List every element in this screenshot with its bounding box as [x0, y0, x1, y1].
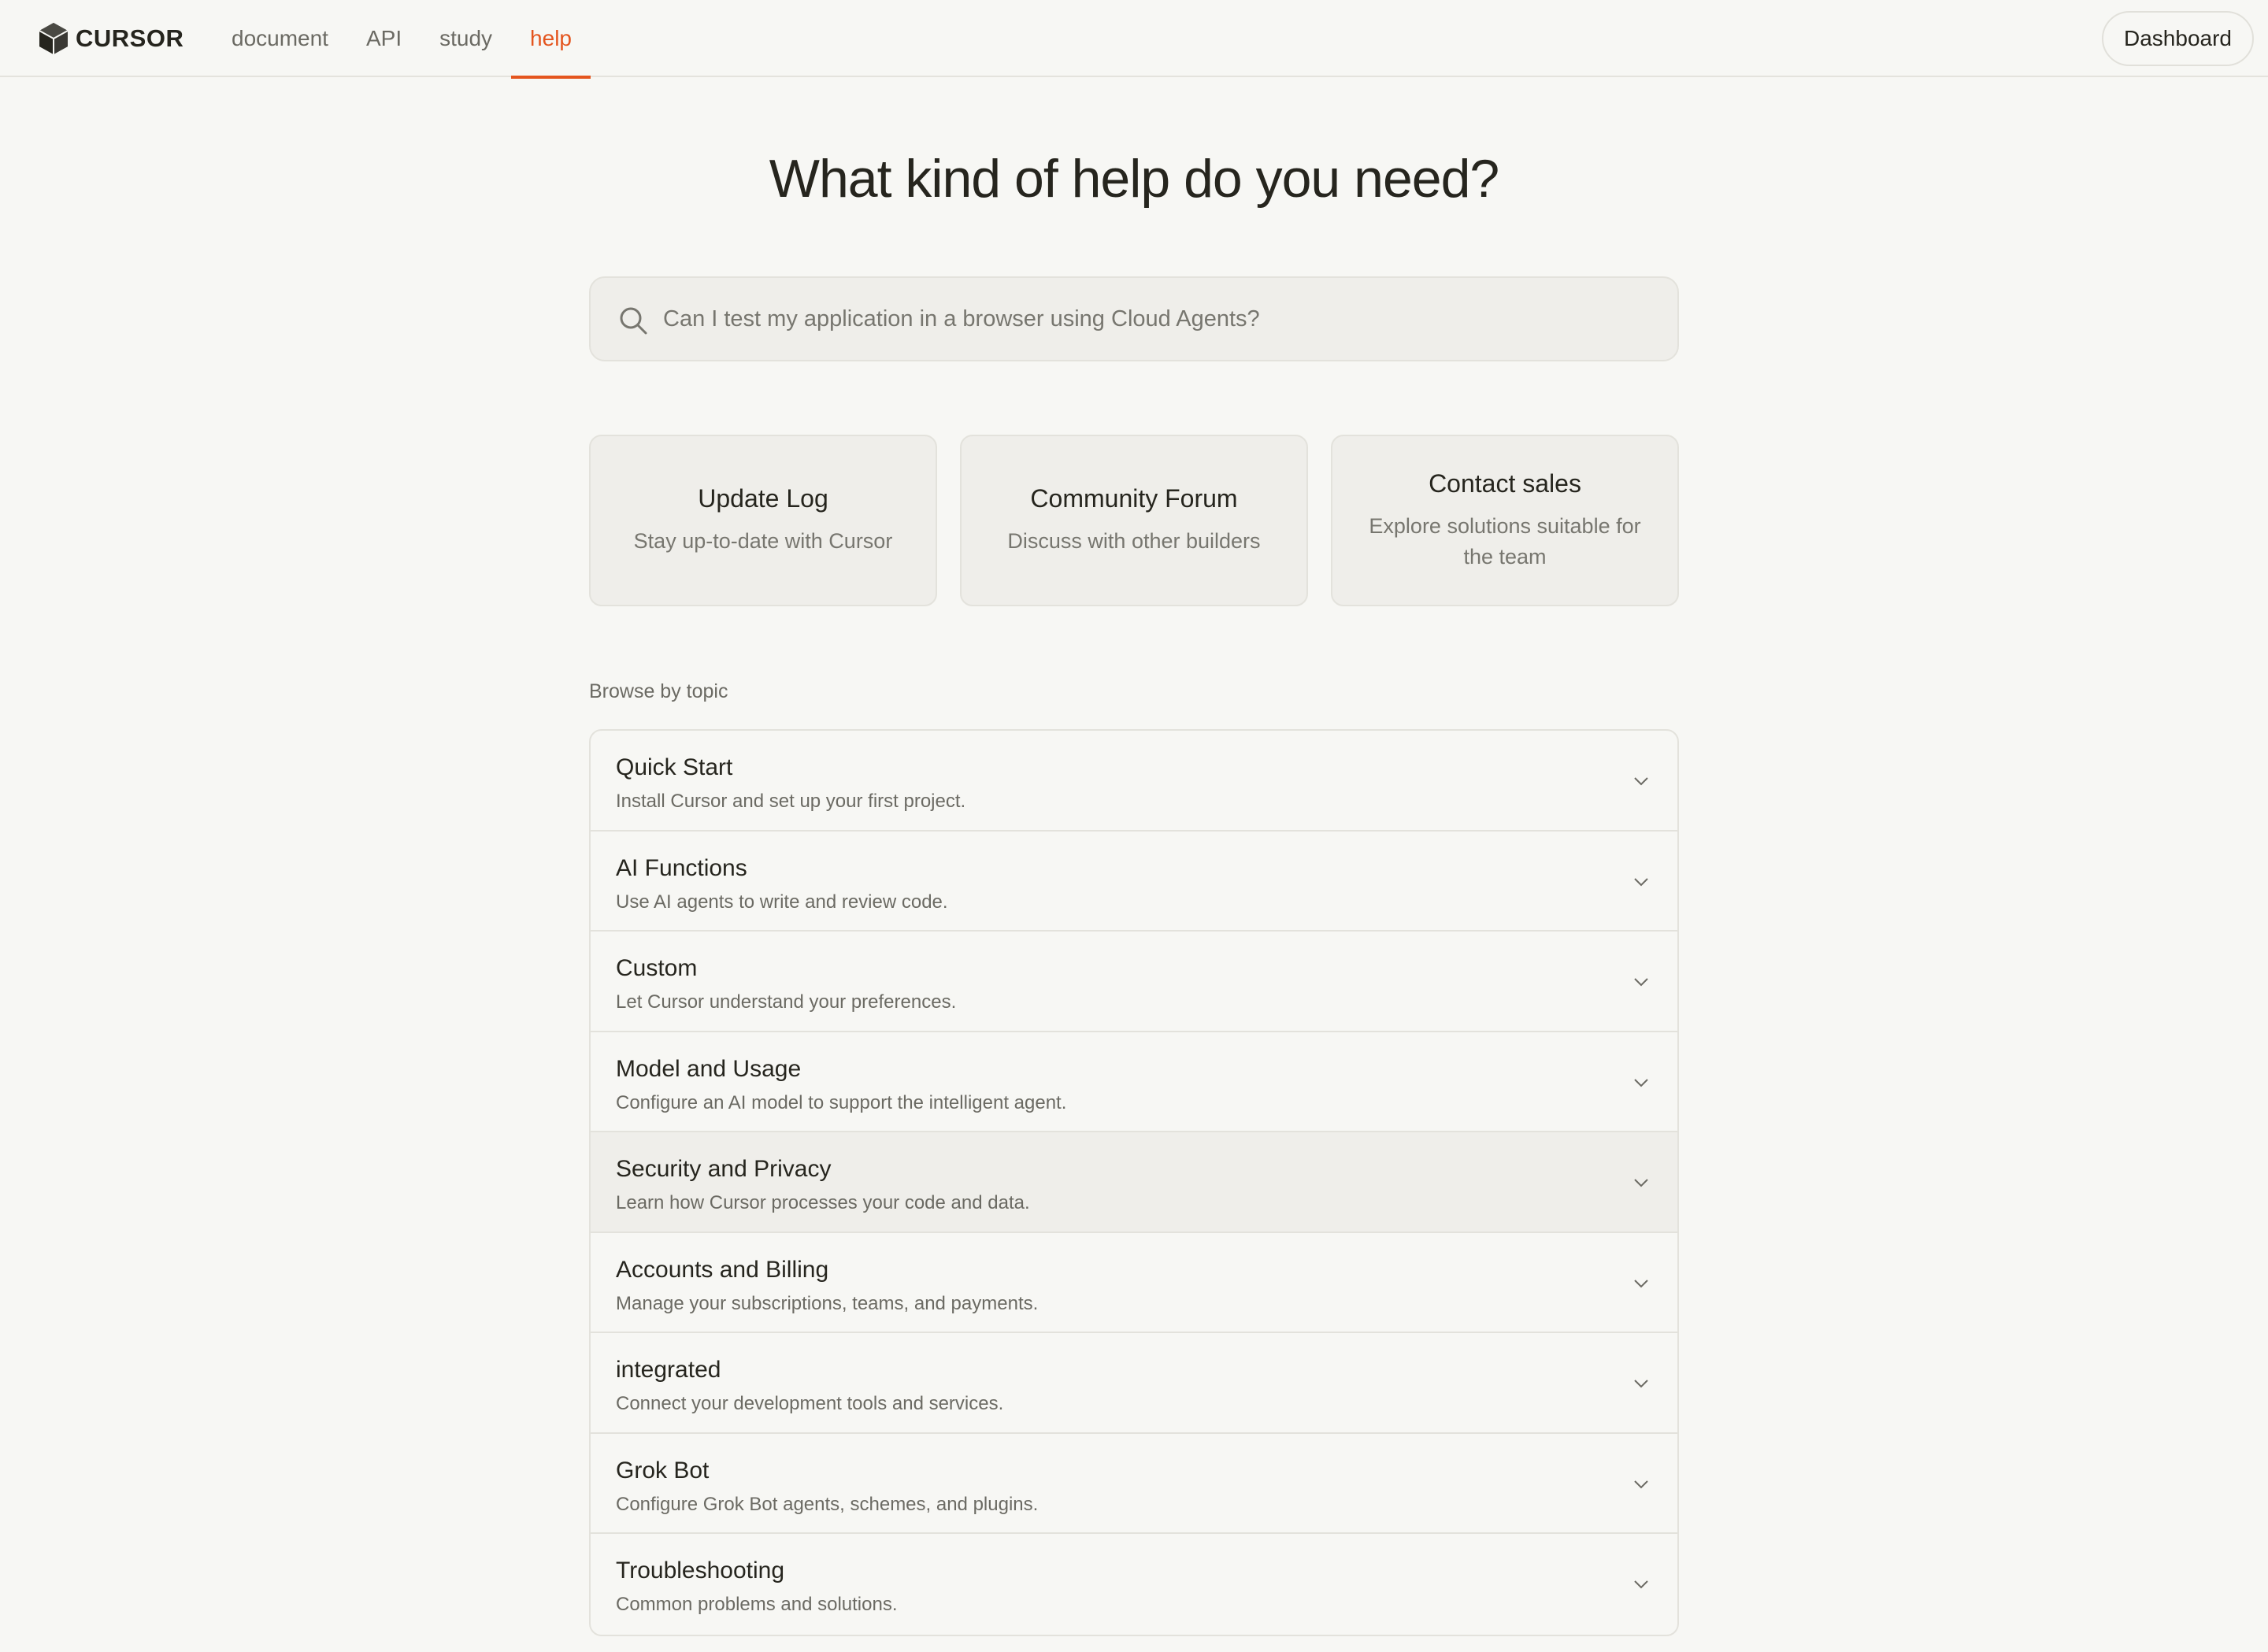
topic-title: integrated: [616, 1357, 721, 1383]
topic-title: Model and Usage: [616, 1055, 802, 1082]
quick-links: Update Log Stay up-to-date with Cursor C…: [589, 435, 1679, 606]
card-description: Discuss with other builders: [1007, 529, 1261, 553]
card-title: Contact sales: [1429, 469, 1581, 498]
topic-title: Accounts and Billing: [616, 1256, 829, 1283]
top-navigation-bar: CURSOR document API study help Dashboard: [0, 0, 2268, 79]
search-icon: [620, 307, 647, 335]
topic-description: Manage your subscriptions, teams, and pa…: [616, 1292, 1039, 1314]
topic-custom[interactable]: Custom Let Cursor understand your prefer…: [591, 932, 1677, 1032]
topic-title: AI Functions: [616, 854, 747, 881]
card-community-forum[interactable]: Community Forum Discuss with other build…: [960, 435, 1308, 606]
chevron-down-icon: [1634, 777, 1648, 786]
topic-description: Use AI agents to write and review code.: [616, 891, 948, 913]
page-title: What kind of help do you need?: [769, 149, 1499, 209]
topic-quick-start[interactable]: Quick Start Install Cursor and set up yo…: [591, 731, 1677, 832]
topic-title: Custom: [616, 955, 698, 981]
topic-description: Configure an AI model to support the int…: [616, 1091, 1067, 1113]
card-title: Update Log: [698, 484, 828, 513]
nav-document[interactable]: document: [213, 0, 347, 77]
topic-model-and-usage[interactable]: Model and Usage Configure an AI model to…: [591, 1032, 1677, 1132]
topic-description: Common problems and solutions.: [616, 1594, 898, 1615]
browse-by-topic-label: Browse by topic: [589, 680, 728, 702]
main-nav: document API study help: [213, 0, 591, 79]
card-contact-sales[interactable]: Contact sales Explore solutions suitable…: [1331, 435, 1679, 606]
card-update-log[interactable]: Update Log Stay up-to-date with Cursor: [589, 435, 937, 606]
topic-ai-functions[interactable]: AI Functions Use AI agents to write and …: [591, 832, 1677, 932]
topic-title: Troubleshooting: [616, 1558, 785, 1583]
card-title: Community Forum: [1030, 484, 1238, 513]
chevron-down-icon: [1634, 1279, 1648, 1287]
topic-security-and-privacy[interactable]: Security and Privacy Learn how Cursor pr…: [591, 1132, 1677, 1233]
search-input[interactable]: [663, 278, 1663, 360]
chevron-down-icon: [1634, 1179, 1648, 1187]
topic-accounts-and-billing[interactable]: Accounts and Billing Manage your subscri…: [591, 1233, 1677, 1333]
topic-description: Let Cursor understand your preferences.: [616, 991, 957, 1013]
help-search-box[interactable]: [589, 276, 1679, 361]
card-description: Stay up-to-date with Cursor: [633, 529, 893, 553]
nav-help[interactable]: help: [511, 0, 591, 79]
nav-api[interactable]: API: [347, 0, 421, 77]
chevron-down-icon: [1634, 978, 1648, 987]
logo-text: CURSOR: [76, 24, 184, 52]
cube-logo-icon: [39, 23, 69, 54]
chevron-down-icon: [1634, 1480, 1648, 1488]
chevron-down-icon: [1634, 1580, 1648, 1589]
chevron-down-icon: [1634, 1380, 1648, 1388]
topic-title: Quick Start: [616, 754, 733, 780]
topics-accordion: Quick Start Install Cursor and set up yo…: [589, 729, 1679, 1636]
topic-description: Configure Grok Bot agents, schemes, and …: [616, 1493, 1039, 1515]
topic-title: Grok Bot: [616, 1457, 710, 1483]
topic-troubleshooting[interactable]: Troubleshooting Common problems and solu…: [591, 1534, 1677, 1635]
topic-description: Learn how Cursor processes your code and…: [616, 1192, 1030, 1213]
topic-description: Connect your development tools and servi…: [616, 1393, 1004, 1414]
chevron-down-icon: [1634, 877, 1648, 886]
cursor-logo[interactable]: CURSOR: [38, 20, 183, 57]
dashboard-button[interactable]: Dashboard: [2102, 11, 2254, 66]
topic-title: Security and Privacy: [616, 1156, 832, 1182]
topic-integrated[interactable]: integrated Connect your development tool…: [591, 1333, 1677, 1434]
chevron-down-icon: [1634, 1078, 1648, 1087]
topic-description: Install Cursor and set up your first pro…: [616, 791, 966, 812]
nav-study[interactable]: study: [421, 0, 511, 77]
card-description: Explore solutions suitable for the team: [1369, 513, 1641, 569]
topic-grok-bot[interactable]: Grok Bot Configure Grok Bot agents, sche…: [591, 1434, 1677, 1534]
